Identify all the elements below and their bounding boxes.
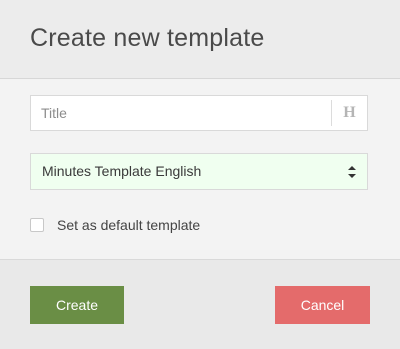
dialog-footer: Create Cancel <box>0 259 400 349</box>
cancel-button[interactable]: Cancel <box>275 286 370 324</box>
default-template-option[interactable]: Set as default template <box>30 216 200 234</box>
dialog-body: H Minutes Template English Set as defaul… <box>0 79 400 259</box>
create-template-dialog: Create new template H Minutes Template E… <box>0 0 400 349</box>
default-template-checkbox[interactable] <box>30 218 44 232</box>
title-input[interactable] <box>31 96 331 130</box>
dialog-title: Create new template <box>30 24 265 52</box>
dialog-header: Create new template <box>0 0 400 79</box>
default-template-label[interactable]: Set as default template <box>57 217 200 233</box>
template-select-value: Minutes Template English <box>42 163 202 179</box>
create-button[interactable]: Create <box>30 286 124 324</box>
heading-icon[interactable]: H <box>331 100 367 126</box>
title-field: H <box>30 95 368 131</box>
template-select[interactable]: Minutes Template English <box>30 153 368 190</box>
select-arrows-icon <box>348 166 356 178</box>
